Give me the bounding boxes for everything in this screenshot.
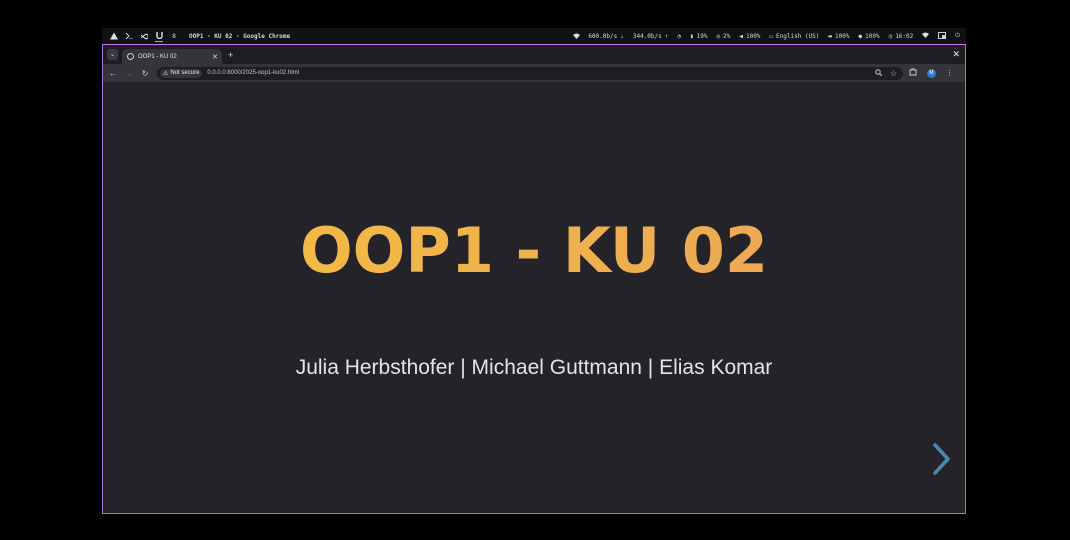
memory-value: 2% [723,32,731,40]
browser-workspace-icon[interactable] [155,31,163,42]
tab-title: OOP1 - KU 02 [138,53,177,60]
network-menu[interactable] [922,32,930,40]
chevron-down-icon: ⌄ [109,52,116,58]
clock-value: 16:02 [895,32,914,40]
wifi-status[interactable] [573,33,581,39]
workspace-number[interactable]: 8 [170,31,178,41]
network-up-rate: 344.0b/s ⇡ [633,33,669,40]
brightness-status[interactable]: ● 100% [858,33,879,40]
memory-usage: ◎ 2% [716,33,730,40]
volume-status[interactable]: ◀ 100% [739,33,760,40]
reload-button[interactable]: ↻ [137,69,153,78]
battery-icon: ▬ [828,32,833,40]
next-slide-button[interactable] [931,442,953,476]
security-label: Not secure [170,70,200,76]
speaker-icon: ◀ [739,32,743,40]
globe-icon [127,53,134,60]
window-icon [938,31,947,41]
bookmark-star-icon[interactable]: ☆ [890,69,897,78]
clock-icon: ◷ [888,32,893,40]
window-toggle[interactable] [938,31,947,41]
volume-value: 100% [745,32,761,40]
clock[interactable]: ◷ 16:02 [889,33,914,40]
warning-icon: ⚠ [163,70,169,77]
back-button[interactable]: ← [105,69,121,78]
arrow-up-icon: ⇡ [664,32,669,40]
slide-authors: Julia Herbsthofer | Michael Guttmann | E… [295,356,773,379]
keyboard-layout[interactable]: ▭ English (US) [769,33,819,40]
os-logo-icon[interactable] [110,31,118,41]
tab-close-icon[interactable]: ✕ [212,53,218,61]
brightness-icon: ● [858,32,863,40]
window-close-button[interactable]: ✕ [952,49,960,60]
tab-strip: ⌄ OOP1 - KU 02 ✕ + ✕ [103,45,965,64]
active-window-title: OOP1 - KU 02 - Google Chrome [189,32,291,40]
tab-search-button[interactable]: ⌄ [107,49,118,60]
chrome-window: ⌄ OOP1 - KU 02 ✕ + ✕ ← → ↻ ⚠ Not secure … [102,44,966,514]
power-icon: ⏻ [955,32,960,39]
power-menu[interactable]: ⏻ [955,32,960,40]
terminal-workspace-icon[interactable] [125,31,133,41]
brightness-value: 100% [865,32,880,40]
battery-status[interactable]: ▬ 100% [828,33,849,40]
profile-avatar[interactable]: M [927,68,936,78]
wifi-icon [573,33,581,39]
new-tab-button[interactable]: + [228,50,233,60]
desktop-screen: 8 OOP1 - KU 02 - Google Chrome 600.0b/s … [102,28,966,514]
cpu-value: 19% [696,32,708,40]
slide-viewport: OOP1 - KU 02 Julia Herbsthofer | Michael… [103,82,965,513]
cpu-usage: ▮ 19% [690,33,707,40]
chevron-right-icon [933,443,950,475]
slide-title: OOP1 - KU 02 [103,214,965,287]
speedometer-icon: ◔ [677,32,682,40]
more-menu-icon[interactable]: ⋮ [946,69,953,77]
vscode-workspace-icon[interactable] [140,31,148,41]
browser-toolbar: ← → ↻ ⚠ Not secure 0.0.0.0:8000/2025-oop… [103,64,965,82]
security-chip[interactable]: ⚠ Not secure [160,68,203,78]
wifi-menu-icon [922,32,930,40]
power-profile[interactable]: ◔ [677,33,681,40]
keyboard-layout-value: English (US) [776,32,820,40]
url-text[interactable]: 0.0.0.0:8000/2025-oop1-ku02.html [207,70,299,76]
tab-oop1-ku02[interactable]: OOP1 - KU 02 ✕ [122,49,222,64]
battery-value: 100% [835,32,850,40]
address-bar[interactable]: ⚠ Not secure 0.0.0.0:8000/2025-oop1-ku02… [157,66,903,80]
arrow-down-icon: ⇣ [620,32,624,40]
network-down-rate: 600.0b/s ⇣ [588,33,624,40]
forward-button[interactable]: → [121,69,137,78]
network-down-value: 600.0b/s [588,32,618,40]
memory-icon: ◎ [716,32,721,40]
zoom-icon[interactable] [875,68,882,78]
network-up-value: 344.0b/s [632,32,662,40]
system-top-bar: 8 OOP1 - KU 02 - Google Chrome 600.0b/s … [102,28,966,44]
extensions-icon[interactable] [909,68,917,78]
keyboard-icon: ▭ [769,32,774,40]
cpu-icon: ▮ [690,32,694,40]
